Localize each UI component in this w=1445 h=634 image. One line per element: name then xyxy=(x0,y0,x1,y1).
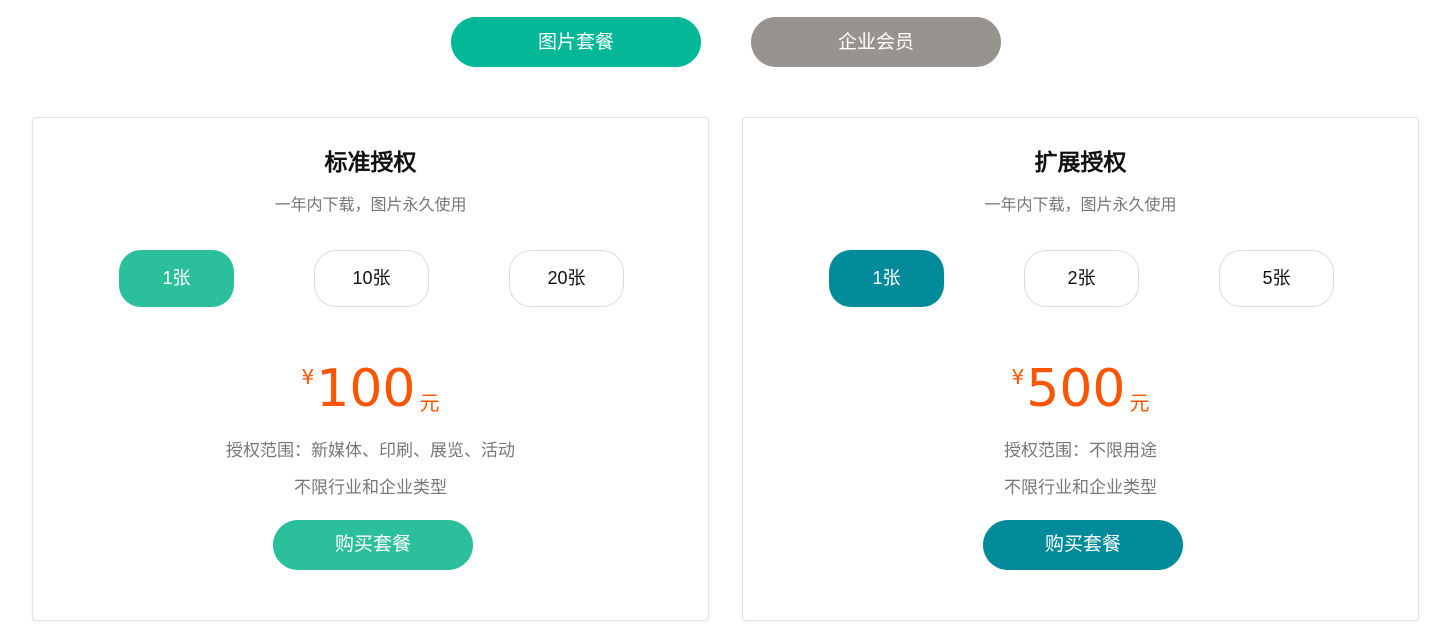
tab-image-package[interactable]: 图片套餐 xyxy=(451,17,701,67)
price: ¥100 元 xyxy=(33,346,708,434)
price-amount: 100 xyxy=(316,359,416,419)
card-title: 标准授权 xyxy=(324,150,417,176)
quantity-option-10[interactable]: 10张 xyxy=(314,250,429,307)
card-title: 扩展授权 xyxy=(1034,150,1127,176)
quantity-option-1[interactable]: 1张 xyxy=(829,250,944,307)
price-amount: 500 xyxy=(1026,359,1126,419)
currency-symbol: ¥ xyxy=(1011,365,1025,389)
currency-symbol: ¥ xyxy=(301,365,315,389)
buy-package-button[interactable]: 购买套餐 xyxy=(983,520,1183,570)
plan-tabs: 图片套餐 企业会员 xyxy=(0,17,1445,67)
license-scope: 授权范围：新媒体、印刷、展览、活动 xyxy=(226,441,515,461)
price-unit: 元 xyxy=(1129,391,1150,415)
quantity-option-20[interactable]: 20张 xyxy=(509,250,624,307)
industry-note: 不限行业和企业类型 xyxy=(294,478,447,498)
quantity-option-2[interactable]: 2张 xyxy=(1024,250,1139,307)
pricing-page: 图片套餐 企业会员 标准授权 一年内下载，图片永久使用 1张 10张 20张 ¥… xyxy=(0,0,1445,634)
quantity-option-1[interactable]: 1张 xyxy=(119,250,234,307)
price: ¥500 元 xyxy=(743,346,1418,434)
card-subtitle: 一年内下载，图片永久使用 xyxy=(984,195,1177,214)
standard-license-card: 标准授权 一年内下载，图片永久使用 1张 10张 20张 ¥100 元 授权范围：… xyxy=(32,117,709,621)
buy-package-button[interactable]: 购买套餐 xyxy=(273,520,473,570)
price-unit: 元 xyxy=(419,391,440,415)
quantity-option-5[interactable]: 5张 xyxy=(1219,250,1334,307)
card-subtitle: 一年内下载，图片永久使用 xyxy=(274,195,467,214)
extended-license-card: 扩展授权 一年内下载，图片永久使用 1张 2张 5张 ¥500 元 授权范围：不限… xyxy=(742,117,1419,621)
tab-enterprise-membership[interactable]: 企业会员 xyxy=(751,17,1001,67)
license-scope: 授权范围：不限用途 xyxy=(1004,441,1157,461)
industry-note: 不限行业和企业类型 xyxy=(1004,478,1157,498)
